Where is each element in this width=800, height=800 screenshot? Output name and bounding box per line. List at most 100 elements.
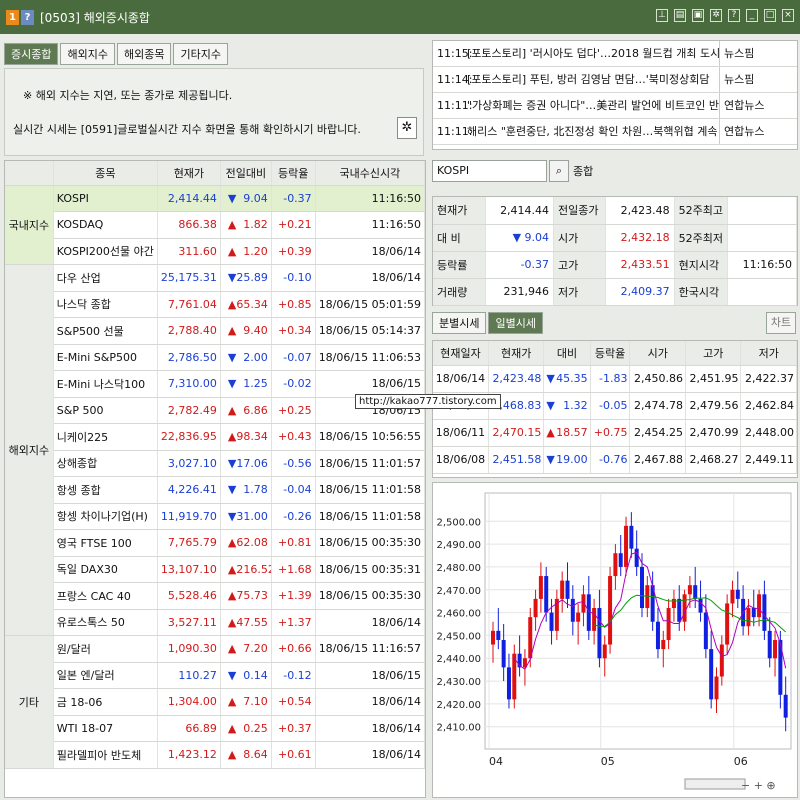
save-icon[interactable]: ▣ <box>692 9 704 22</box>
table-row[interactable]: 필라델피아 반도체 1,423.12 ▲ 8.64 +0.61 18/06/14 <box>5 741 425 769</box>
price-tab-1[interactable]: 일별시세 <box>488 312 543 334</box>
chart-svg: 2,500.00 2,490.00 2,480.00 2,470.00 2,460.00… <box>436 492 792 792</box>
news-item[interactable]: 11:11: 해리스 "훈련중단, 北진정성 확인 차원…북핵위협 계속 연합뉴스 <box>433 119 797 145</box>
daily-header-5[interactable]: 고가 <box>685 341 742 366</box>
symbol-input[interactable]: KOSPI <box>432 160 547 182</box>
index-name[interactable]: KOSPI200선물 야간 <box>53 238 158 265</box>
index-name[interactable]: 상해종합 <box>53 450 158 477</box>
index-name[interactable]: 프랑스 CAC 40 <box>53 582 158 610</box>
pin-icon[interactable]: ⊥ <box>656 9 668 22</box>
daily-header-2[interactable]: 대비 <box>543 341 591 366</box>
screen-number-badge[interactable]: 1 <box>6 9 19 25</box>
daily-low: 2,448.00 <box>740 419 797 447</box>
chart-button[interactable]: 차트 <box>766 312 796 334</box>
table-row[interactable]: 기타 원/달러 1,090.30 ▲ 7.20 +0.66 18/06/15 11:16:5… <box>5 635 425 769</box>
daily-row[interactable]: 18/06/11 2,470.15 ▲ 18.57 +0.75 2,454.25 2,470… <box>433 419 797 447</box>
index-name[interactable]: WTI 18-07 <box>53 715 158 742</box>
candle <box>703 612 708 650</box>
index-rate: +0.43 <box>271 423 316 451</box>
daily-header-1[interactable]: 현재가 <box>488 341 545 366</box>
settings-gear-icon[interactable]: ✲ <box>397 117 417 139</box>
table-row[interactable]: S&P500 선물 2,788.40 ▲ 9.40 +0.34 18/06/15 05:1… <box>5 317 425 345</box>
news-item[interactable]: 11:15: [포토스토리] '러시아도 덥다'…2018 월드컵 개최 도시 뉴스… <box>433 41 797 67</box>
settings-icon[interactable]: ✲ <box>710 9 722 22</box>
table-row[interactable]: 영국 FTSE 100 7,765.79 ▲ 62.08 +0.81 18/06/15 0… <box>5 529 425 557</box>
index-name[interactable]: E-Mini S&P500 <box>53 344 158 371</box>
minimize-icon[interactable]: _ <box>746 9 758 22</box>
column-header-3[interactable]: 전일대비 <box>220 161 272 186</box>
table-row[interactable]: 항셍 차이나기업(H) 11,919.70 ▼ 31.00 -0.26 18/06/15 … <box>5 503 425 530</box>
tab-2[interactable]: 해외종목 <box>116 43 172 65</box>
search-icon[interactable]: ⌕ <box>549 160 569 182</box>
index-name[interactable]: 다우 산업 <box>53 264 158 292</box>
table-row[interactable]: 니케이225 22,836.95 ▲ 98.34 +0.43 18/06/15 10:56… <box>5 423 425 451</box>
table-row[interactable]: 프랑스 CAC 40 5,528.46 ▲ 75.73 +1.39 18/06/15 00… <box>5 582 425 610</box>
daily-header-6[interactable]: 저가 <box>740 341 797 366</box>
table-row[interactable]: KOSDAQ 866.38 ▲ 1.82 +0.21 11:16:50 <box>5 211 425 239</box>
tab-1[interactable]: 해외지수 <box>60 43 115 65</box>
index-name[interactable]: 항셍 차이나기업(H) <box>53 503 158 530</box>
index-price: 866.38 <box>157 211 221 239</box>
quote-label: 현지시각 <box>674 251 728 279</box>
table-row[interactable]: 상해종합 3,027.10 ▼ 17.06 -0.56 18/06/15 11:01:57 <box>5 450 425 477</box>
news-item[interactable]: 11:11: "가상화폐는 증권 아니다"…美관리 발언에 비트코인 반 연합뉴스 <box>433 93 797 119</box>
index-name[interactable]: 나스닥 종합 <box>53 291 158 318</box>
index-name[interactable]: 필라델피아 반도체 <box>53 741 158 769</box>
index-name[interactable]: KOSPI <box>53 185 158 212</box>
table-row[interactable]: 해외지수 다우 산업 25,175.31 ▼ 25.89 -0.10 18/06/14 <box>5 264 425 636</box>
table-row[interactable]: 독일 DAX30 13,107.10 ▲ 216.52 +1.68 18/06/15 00… <box>5 556 425 583</box>
news-headline[interactable]: [포토스토리] '러시아도 덥다'…2018 월드컵 개최 도시 <box>467 41 719 66</box>
index-rate: -0.04 <box>271 476 316 504</box>
column-header-4[interactable]: 등락율 <box>271 161 316 186</box>
daily-header-4[interactable]: 시가 <box>629 341 686 366</box>
close-icon[interactable]: × <box>782 9 794 22</box>
down-arrow-icon: ▼ <box>227 377 237 391</box>
column-header-5[interactable]: 국내수신시각 <box>315 161 425 186</box>
index-name[interactable]: 독일 DAX30 <box>53 556 158 583</box>
table-row[interactable]: E-Mini S&P500 2,786.50 ▼ 2.00 -0.07 18/06/15 … <box>5 344 425 371</box>
table-row[interactable]: 국내지수 KOSPI 2,414.44 ▼ 9.04 -0.37 11:16:50 <box>5 185 425 265</box>
tab-0[interactable]: 증시종합 <box>4 43 59 65</box>
index-name[interactable]: S&P 500 <box>53 397 158 424</box>
news-item[interactable]: 11:14: [포토스토리] 푸틴, 방러 김영남 면담…'북미정상회담 뉴스핌 <box>433 67 797 93</box>
quote-row: 대 비 ▼ 9.04 시가 2,432.18 52주최저 <box>433 224 798 252</box>
index-change: ▼ 1.78 <box>220 476 272 504</box>
news-headline[interactable]: "가상화폐는 증권 아니다"…美관리 발언에 비트코인 반 <box>467 93 719 118</box>
index-name[interactable]: 니케이225 <box>53 423 158 451</box>
daily-row[interactable]: 18/06/14 2,423.48 ▼ 45.35 -1.83 2,450.86 2,451… <box>433 365 797 393</box>
table-row[interactable]: 일본 엔/달러 110.27 ▼ 0.14 -0.12 18/06/15 <box>5 662 425 689</box>
daily-header-3[interactable]: 등락율 <box>590 341 631 366</box>
print-icon[interactable]: ▤ <box>674 9 686 22</box>
table-row[interactable]: KOSPI200선물 야간 311.60 ▲ 1.20 +0.39 18/06/14 <box>5 238 425 265</box>
table-row[interactable]: 금 18-06 1,304.00 ▲ 7.10 +0.54 18/06/14 <box>5 688 425 716</box>
quote-label: 저가 <box>553 278 607 306</box>
daily-header-0[interactable]: 현재일자 <box>433 341 489 366</box>
table-row[interactable]: 나스닥 종합 7,761.04 ▲ 65.34 +0.85 18/06/15 05:01:… <box>5 291 425 318</box>
table-row[interactable]: 유로스톡스 50 3,527.11 ▲ 47.55 +1.37 18/06/14 <box>5 609 425 636</box>
column-header-0[interactable] <box>5 161 54 186</box>
news-headline[interactable]: [포토스토리] 푸틴, 방러 김영남 면담…'북미정상회담 <box>467 67 719 92</box>
index-name[interactable]: 금 18-06 <box>53 688 158 716</box>
maximize-icon[interactable]: □ <box>764 9 776 22</box>
table-row[interactable]: 항셍 종합 4,226.41 ▼ 1.78 -0.04 18/06/15 11:01:58 <box>5 476 425 504</box>
help-icon[interactable]: ? <box>728 9 740 22</box>
quote-value <box>727 224 798 252</box>
index-name[interactable]: S&P500 선물 <box>53 317 158 345</box>
help-badge[interactable]: ? <box>21 9 34 25</box>
daily-row[interactable]: 18/06/08 2,451.58 ▼ 19.00 -0.76 2,467.88 2,468… <box>433 446 797 474</box>
column-header-2[interactable]: 현재가 <box>157 161 221 186</box>
index-name[interactable]: 영국 FTSE 100 <box>53 529 158 557</box>
index-name[interactable]: 항셍 종합 <box>53 476 158 504</box>
table-row[interactable]: WTI 18-07 66.89 ▲ 0.25 +0.37 18/06/14 <box>5 715 425 742</box>
change-value: 45.35 <box>556 372 588 385</box>
index-name[interactable]: E-Mini 나스닥100 <box>53 370 158 398</box>
news-headline[interactable]: 해리스 "훈련중단, 北진정성 확인 차원…북핵위협 계속 <box>467 119 719 144</box>
index-name[interactable]: 원/달러 <box>53 635 158 663</box>
index-name[interactable]: 일본 엔/달러 <box>53 662 158 689</box>
index-name[interactable]: 유로스톡스 50 <box>53 609 158 636</box>
tab-3[interactable]: 기타지수 <box>173 43 228 65</box>
index-name[interactable]: KOSDAQ <box>53 211 158 239</box>
column-header-1[interactable]: 종목 <box>53 161 158 186</box>
index-rate: -0.10 <box>271 264 316 292</box>
price-tab-0[interactable]: 분별시세 <box>432 312 487 334</box>
